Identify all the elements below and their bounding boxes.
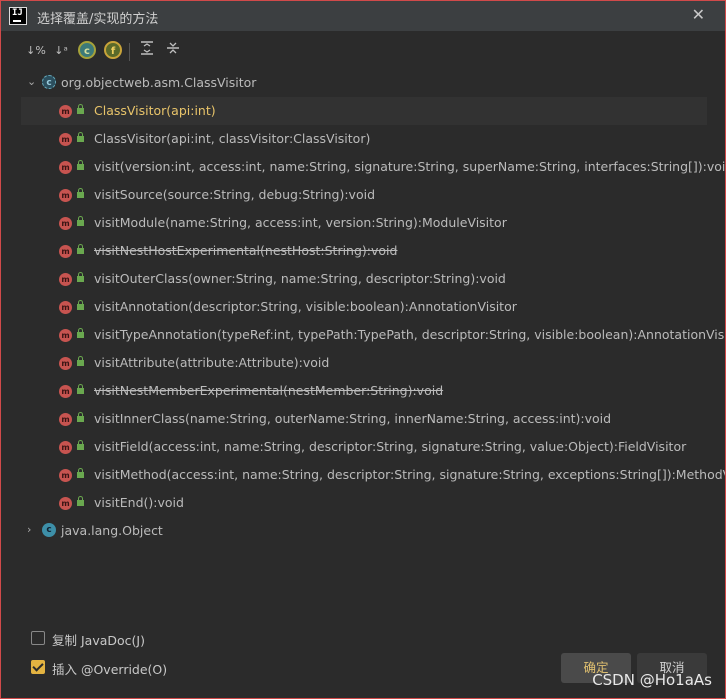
method-signature: visitAttribute(attribute:Attribute):void bbox=[94, 355, 330, 370]
method-row[interactable]: m visitSource(source:String, debug:String… bbox=[21, 181, 707, 209]
method-signature: visitInnerClass(name:String, outerName:S… bbox=[94, 411, 612, 426]
insert-override-checkbox[interactable] bbox=[31, 660, 45, 674]
method-row[interactable]: m visitAnnotation(descriptor:String, visi… bbox=[21, 293, 707, 321]
method-icon: m bbox=[59, 217, 72, 230]
public-access-lock-icon bbox=[77, 104, 84, 114]
sort-by-visibility-icon[interactable]: ↓% bbox=[26, 41, 46, 61]
override-methods-dialog: IJ 选择覆盖/实现的方法 ✕ ↓% ↓ᵃ c f ⌄ c org.object… bbox=[0, 0, 726, 699]
method-signature: visitEnd():void bbox=[94, 495, 184, 510]
method-signature: visitMethod(access:int, name:String, des… bbox=[94, 467, 726, 482]
class-name-label: java.lang.Object bbox=[61, 523, 163, 538]
method-icon: m bbox=[59, 245, 72, 258]
toolbar: ↓% ↓ᵃ c f bbox=[1, 33, 725, 69]
public-access-lock-icon bbox=[77, 496, 84, 506]
class-name-label: org.objectweb.asm.ClassVisitor bbox=[61, 75, 257, 90]
method-icon: m bbox=[59, 413, 72, 426]
class-icon: c bbox=[42, 523, 56, 537]
method-row[interactable]: m visitModule(name:String, access:int, ve… bbox=[21, 209, 707, 237]
tree-node-class-visitor[interactable]: ⌄ c org.objectweb.asm.ClassVisitor bbox=[21, 69, 707, 97]
public-access-lock-icon bbox=[77, 328, 84, 338]
method-icon: m bbox=[59, 133, 72, 146]
method-row[interactable]: m visitNestHostExperimental(nestHost:Stri… bbox=[21, 237, 707, 265]
method-row[interactable]: m visitMethod(access:int, name:String, de… bbox=[21, 461, 725, 489]
public-access-lock-icon bbox=[77, 468, 84, 478]
chevron-down-icon[interactable]: ⌄ bbox=[27, 76, 37, 87]
sort-alphabetically-icon[interactable]: ↓ᵃ bbox=[51, 41, 71, 61]
method-row[interactable]: m ClassVisitor(api:int, classVisitor:Clas… bbox=[21, 125, 707, 153]
close-icon[interactable]: ✕ bbox=[692, 6, 705, 24]
method-signature: ClassVisitor(api:int) bbox=[94, 103, 216, 118]
method-row[interactable]: m visitOuterClass(owner:String, name:Stri… bbox=[21, 265, 707, 293]
public-access-lock-icon bbox=[77, 412, 84, 422]
chevron-right-icon[interactable]: › bbox=[27, 524, 37, 535]
method-row[interactable]: m visitField(access:int, name:String, des… bbox=[21, 433, 707, 461]
toolbar-separator bbox=[129, 43, 130, 61]
public-access-lock-icon bbox=[77, 216, 84, 226]
expand-all-icon[interactable] bbox=[137, 41, 157, 61]
copy-javadoc-checkbox[interactable] bbox=[31, 631, 45, 645]
public-access-lock-icon bbox=[77, 160, 84, 170]
method-row[interactable]: m visitTypeAnnotation(typeRef:int, typePa… bbox=[21, 321, 725, 349]
method-signature: visitField(access:int, name:String, desc… bbox=[94, 439, 687, 454]
method-icon: m bbox=[59, 329, 72, 342]
method-signature: visitSource(source:String, debug:String)… bbox=[94, 187, 376, 202]
method-signature: visit(version:int, access:int, name:Stri… bbox=[94, 159, 726, 174]
collapse-all-icon[interactable] bbox=[163, 41, 183, 61]
method-icon: m bbox=[59, 385, 72, 398]
method-icon: m bbox=[59, 105, 72, 118]
intellij-logo-icon: IJ bbox=[9, 7, 27, 25]
method-signature: visitAnnotation(descriptor:String, visib… bbox=[94, 299, 517, 314]
method-icon: m bbox=[59, 497, 72, 510]
public-access-lock-icon bbox=[77, 272, 84, 282]
method-icon: m bbox=[59, 441, 72, 454]
title-bar: IJ 选择覆盖/实现的方法 ✕ bbox=[1, 1, 725, 31]
method-signature: visitOuterClass(owner:String, name:Strin… bbox=[94, 271, 506, 286]
tree-node-java-lang-object[interactable]: › c java.lang.Object bbox=[21, 517, 707, 545]
dialog-title: 选择覆盖/实现的方法 bbox=[37, 12, 159, 27]
abstract-class-icon: c bbox=[42, 75, 56, 89]
public-access-lock-icon bbox=[77, 384, 84, 394]
method-icon: m bbox=[59, 161, 72, 174]
method-row[interactable]: m ClassVisitor(api:int) bbox=[21, 97, 707, 125]
public-access-lock-icon bbox=[77, 244, 84, 254]
show-fields-icon[interactable]: f bbox=[104, 41, 122, 59]
method-icon: m bbox=[59, 189, 72, 202]
method-icon: m bbox=[59, 357, 72, 370]
show-classes-icon[interactable]: c bbox=[78, 41, 96, 59]
method-icon: m bbox=[59, 469, 72, 482]
insert-override-label: 插入 @Override(O) bbox=[52, 662, 168, 677]
method-row[interactable]: m visitNestMemberExperimental(nestMember:… bbox=[21, 377, 707, 405]
method-icon: m bbox=[59, 273, 72, 286]
public-access-lock-icon bbox=[77, 356, 84, 366]
public-access-lock-icon bbox=[77, 132, 84, 142]
method-row[interactable]: m visitAttribute(attribute:Attribute):voi… bbox=[21, 349, 707, 377]
method-signature: visitNestHostExperimental(nestHost:Strin… bbox=[94, 243, 398, 258]
method-signature: ClassVisitor(api:int, classVisitor:Class… bbox=[94, 131, 371, 146]
method-row[interactable]: m visitInnerClass(name:String, outerName:… bbox=[21, 405, 707, 433]
method-icon: m bbox=[59, 301, 72, 314]
public-access-lock-icon bbox=[77, 300, 84, 310]
watermark: CSDN @Ho1aAs bbox=[592, 671, 712, 689]
method-row[interactable]: m visit(version:int, access:int, name:Str… bbox=[21, 153, 725, 181]
public-access-lock-icon bbox=[77, 440, 84, 450]
method-signature: visitTypeAnnotation(typeRef:int, typePat… bbox=[94, 327, 726, 342]
method-signature: visitNestMemberExperimental(nestMember:S… bbox=[94, 383, 444, 398]
public-access-lock-icon bbox=[77, 188, 84, 198]
method-signature: visitModule(name:String, access:int, ver… bbox=[94, 215, 507, 230]
copy-javadoc-label: 复制 JavaDoc(J) bbox=[52, 633, 145, 648]
method-row[interactable]: m visitEnd():void bbox=[21, 489, 707, 517]
